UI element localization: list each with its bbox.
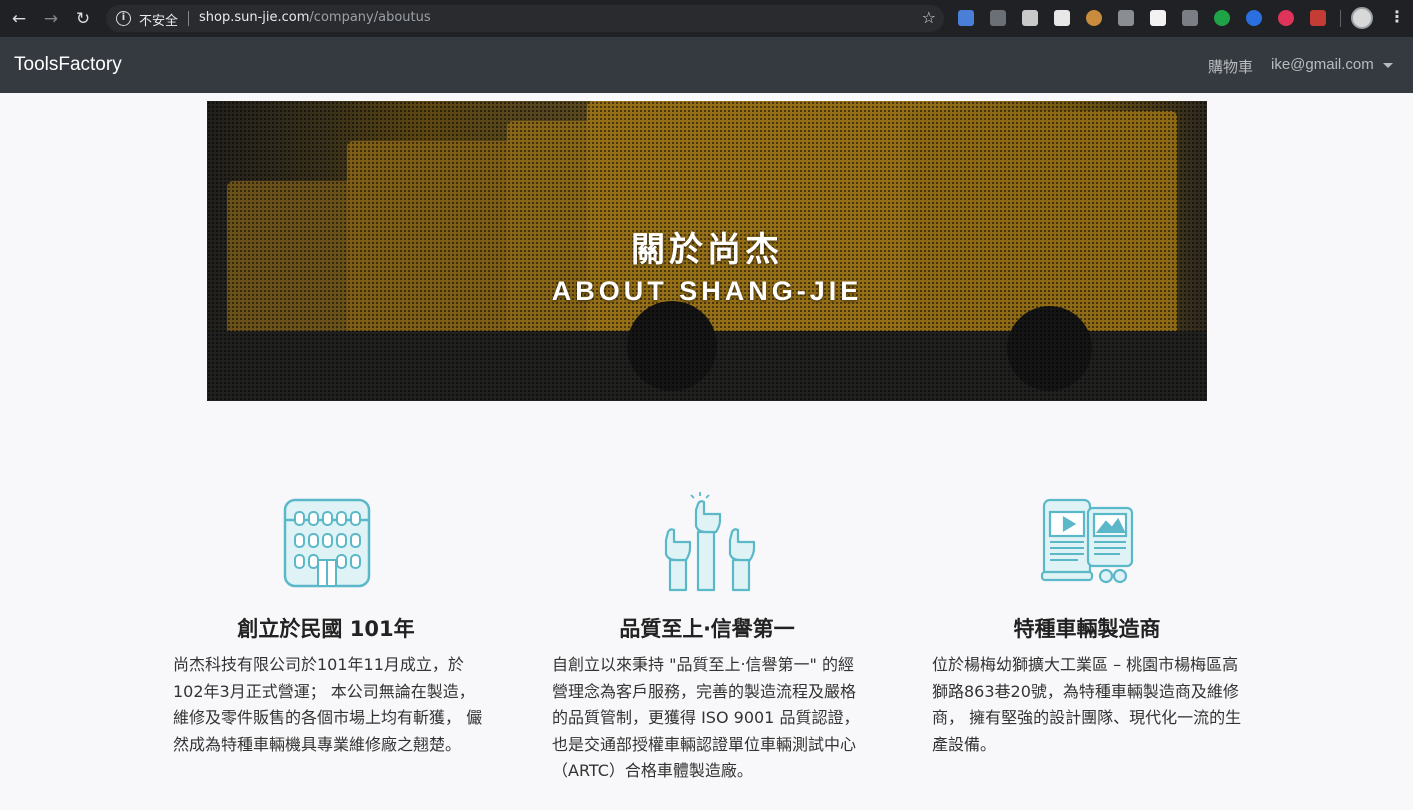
address-divider	[188, 11, 189, 26]
pointing-hands-icon	[656, 492, 756, 592]
toolbar-divider	[1340, 10, 1341, 27]
user-menu[interactable]: ike@gmail.com	[1271, 56, 1374, 73]
cart-link[interactable]: 購物車	[1208, 56, 1253, 77]
feature-text: 尚杰科技有限公司於101年11月成立，於102年3月正式營運； 本公司無論在製造…	[173, 655, 483, 754]
hero-title: 關於尚杰	[631, 230, 783, 270]
feature-text: 位於楊梅幼獅擴大工業區 – 桃園市楊梅區高獅路863巷20號，為特種車輛製造商及…	[932, 655, 1242, 754]
back-arrow-icon[interactable]: ←	[8, 8, 30, 30]
extension-icon[interactable]	[990, 10, 1006, 26]
browser-toolbar: ← → ↻ i 不安全 shop.sun-jie.com/company/abo…	[0, 0, 1413, 37]
site-navbar: ToolsFactory 購物車 ike@gmail.com	[0, 37, 1413, 93]
url-text[interactable]: shop.sun-jie.com/company/aboutus	[199, 10, 431, 25]
eye-extension-icon[interactable]	[1246, 10, 1262, 26]
insecure-label: 不安全	[139, 14, 179, 29]
hero-banner: 關於尚杰 ABOUT SHANG-JIE	[207, 101, 1207, 401]
chevron-down-icon[interactable]	[1383, 63, 1393, 68]
hero-subtitle: ABOUT SHANG-JIE	[551, 276, 863, 306]
extension-icon[interactable]	[1022, 10, 1038, 26]
address-bar[interactable]: i 不安全 shop.sun-jie.com/company/aboutus ☆	[106, 5, 944, 32]
extension-icon[interactable]	[1278, 10, 1294, 26]
info-icon[interactable]: i	[116, 11, 131, 26]
feature-title: 品質至上‧信譽第一	[619, 617, 795, 641]
url-host: shop.sun-jie.com	[199, 10, 310, 25]
browser-menu-icon[interactable]: ⋮	[1389, 7, 1405, 26]
reload-icon[interactable]: ↻	[72, 8, 94, 30]
extension-icon[interactable]	[1182, 10, 1198, 26]
extension-icon[interactable]	[1150, 10, 1166, 26]
forward-arrow-icon[interactable]: →	[40, 8, 62, 30]
grammar-extension-icon[interactable]	[1214, 10, 1230, 26]
extension-icon[interactable]	[958, 10, 974, 26]
extension-icon[interactable]	[1118, 10, 1134, 26]
bookmark-star-icon[interactable]: ☆	[922, 8, 936, 27]
feature-text: 自創立以來秉持 "品質至上‧信譽第一" 的經營理念為客戶服務，完善的製造流程及嚴…	[552, 655, 860, 780]
devices-icon	[1040, 498, 1136, 586]
feature-title: 創立於民國 101年	[237, 617, 415, 641]
building-icon	[279, 494, 375, 590]
extension-icon[interactable]	[1054, 10, 1070, 26]
feature-title: 特種車輛製造商	[1013, 617, 1161, 641]
extension-icon[interactable]	[1310, 10, 1326, 26]
profile-avatar[interactable]	[1351, 7, 1373, 29]
cookie-extension-icon[interactable]	[1086, 10, 1102, 26]
brand-link[interactable]: ToolsFactory	[14, 54, 122, 76]
url-path: /company/aboutus	[309, 10, 431, 25]
